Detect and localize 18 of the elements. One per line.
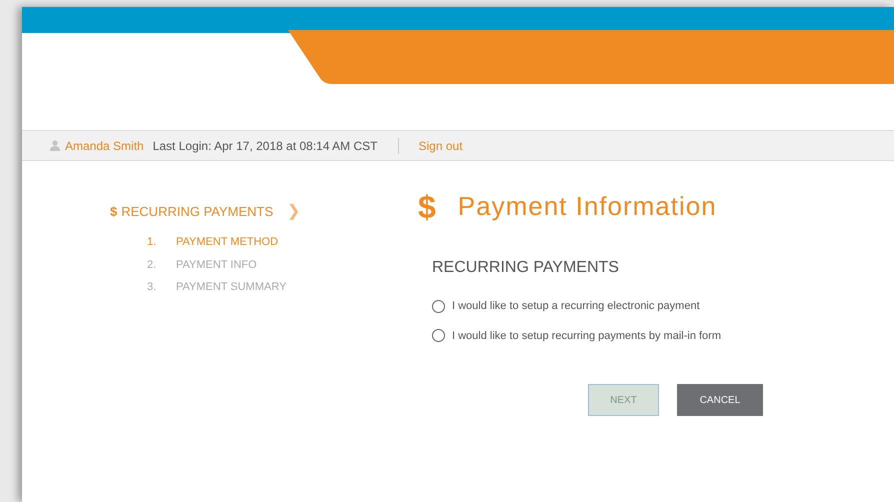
radio-option[interactable]: I would like to setup a recurring electronic payment: [432, 298, 763, 314]
step-item[interactable]: 3. PAYMENT SUMMARY: [147, 279, 422, 296]
radio-button[interactable]: [432, 300, 445, 313]
dollar-icon: $: [110, 202, 118, 222]
chevron-icon: ❯: [287, 200, 300, 224]
page-title: Payment Information: [458, 190, 717, 223]
section-title: RECURRING PAYMENTS: [432, 258, 620, 278]
sign-out-link[interactable]: Sign out: [418, 136, 463, 154]
sidebar-title[interactable]: RECURRING PAYMENTS: [121, 202, 274, 222]
user-name[interactable]: Amanda Smith: [65, 136, 144, 154]
cancel-button[interactable]: CANCEL: [677, 384, 763, 416]
radio-option[interactable]: I would like to setup recurring payments by mail-in form: [432, 328, 763, 344]
step-item[interactable]: 2. PAYMENT INFO: [147, 256, 422, 273]
step-item[interactable]: 1. PAYMENT METHOD: [147, 234, 422, 250]
dollar-icon: $: [418, 190, 436, 222]
last-login: Last Login: Apr 17, 2018 at 08:14 AM CST: [152, 138, 378, 154]
radio-button[interactable]: [432, 329, 445, 342]
user-icon: [50, 140, 60, 151]
